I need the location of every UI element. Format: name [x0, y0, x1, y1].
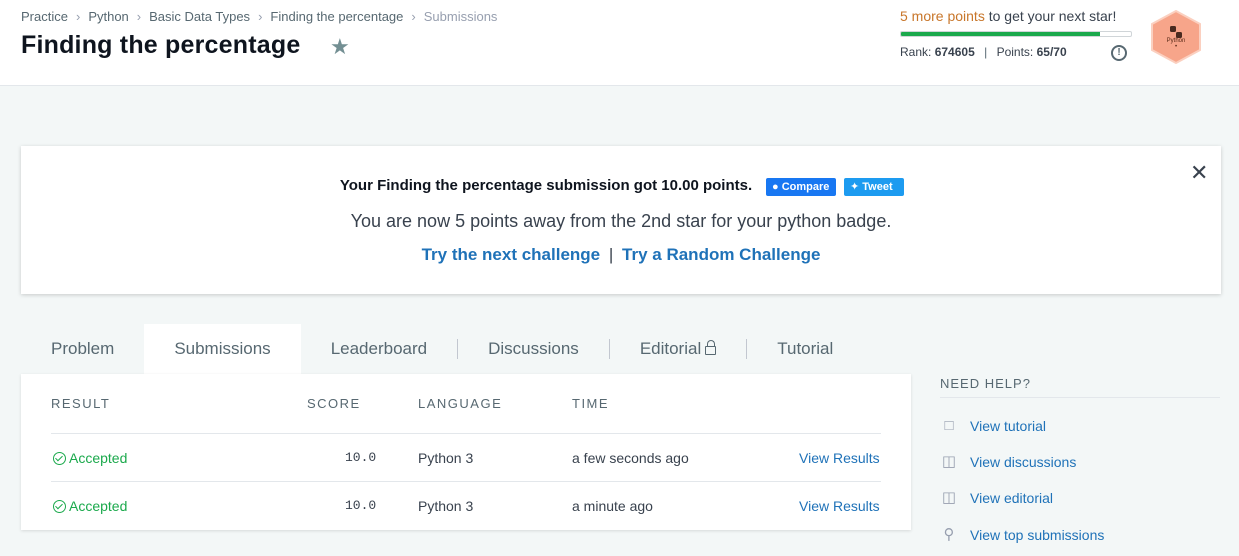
result-accepted: Accepted — [53, 498, 127, 514]
notice-links: Try the next challenge | Try a Random Ch… — [21, 245, 1221, 265]
divider: | — [984, 45, 988, 59]
result-label: Accepted — [69, 450, 128, 466]
view-results-link[interactable]: View Results — [799, 498, 880, 514]
random-challenge-link[interactable]: Try a Random Challenge — [622, 245, 820, 264]
view-editorial-label: View editorial — [970, 490, 1054, 506]
language-cell: Python 3 — [418, 498, 474, 514]
book-icon: □ — [944, 417, 954, 434]
page-header: Practice › Python › Basic Data Types › F… — [0, 0, 1239, 86]
result-label: Accepted — [69, 498, 128, 514]
view-tutorial-label: View tutorial — [970, 418, 1047, 434]
breadcrumb-challenge[interactable]: Finding the percentage — [270, 9, 403, 24]
column-header-language: LANGUAGE — [418, 396, 503, 411]
view-editorial-link[interactable]: ◫ View editorial — [940, 488, 1053, 508]
points-needed: 5 more points — [900, 8, 985, 24]
column-header-score: SCORE — [307, 396, 361, 411]
rank-label: Rank: — [900, 45, 932, 59]
view-discussions-link[interactable]: ◫ View discussions — [940, 452, 1076, 472]
next-star-suffix: to get your next star! — [984, 8, 1117, 24]
chevron-right-icon: › — [258, 9, 263, 24]
check-circle-icon — [53, 451, 66, 465]
info-icon[interactable]: ! — [1111, 45, 1127, 61]
time-cell: a few seconds ago — [572, 450, 689, 466]
score-cell: 10.0 — [345, 498, 377, 513]
breadcrumb-python[interactable]: Python — [88, 9, 128, 24]
open-book-icon: ◫ — [941, 489, 957, 506]
result-accepted: Accepted — [53, 450, 127, 466]
star-progress-fill — [901, 32, 1101, 36]
next-star-text: 5 more points to get your next star! — [900, 8, 1140, 24]
notice-subtext: You are now 5 points away from the 2nd s… — [350, 211, 892, 231]
check-circle-icon — [53, 499, 66, 513]
bookmark-star-icon[interactable]: ★ — [330, 36, 350, 58]
view-discussions-label: View discussions — [970, 454, 1077, 470]
breadcrumb-submissions: Submissions — [423, 9, 498, 24]
chevron-right-icon: › — [411, 9, 416, 24]
submission-success-notice: Your Finding the percentage submission g… — [21, 146, 1221, 294]
breadcrumb-practice[interactable]: Practice — [21, 9, 68, 24]
breadcrumb-basic-data-types[interactable]: Basic Data Types — [149, 9, 250, 24]
chevron-right-icon: › — [75, 9, 81, 24]
link-divider: | — [608, 245, 614, 264]
rank-points-row: Rank: 674605 | Points: 65/70 — [900, 45, 1067, 59]
next-challenge-link[interactable]: Try the next challenge — [422, 245, 601, 264]
page-title: Finding the percentage — [21, 31, 301, 59]
language-cell: Python 3 — [418, 450, 474, 466]
tab-problem[interactable]: Problem — [21, 324, 144, 374]
column-header-time: TIME — [572, 396, 610, 411]
tab-tutorial[interactable]: Tutorial — [747, 324, 863, 374]
lock-icon — [705, 340, 717, 355]
need-help-title: NEED HELP? — [940, 376, 1220, 398]
twitter-icon: ✦ — [850, 181, 863, 193]
need-help-panel: NEED HELP? □ View tutorial ◫ View discussi… — [940, 376, 1220, 543]
trophy-icon: ⚲ — [943, 526, 955, 543]
view-top-submissions-label: View top submissions — [970, 527, 1105, 543]
badge-label: Python • — [1150, 38, 1202, 50]
table-row: Accepted 10.0 Python 3 a minute ago View… — [51, 481, 881, 529]
challenge-tabs: Problem Submissions Leaderboard Discussi… — [21, 324, 863, 374]
tweet-button[interactable]: ✦ Tweet — [844, 178, 904, 196]
tab-submissions[interactable]: Submissions — [144, 324, 301, 374]
breadcrumb: Practice › Python › Basic Data Types › F… — [21, 9, 497, 24]
chevron-right-icon: › — [136, 9, 142, 24]
tab-discussions[interactable]: Discussions — [458, 324, 609, 374]
points-value: 65/70 — [1036, 45, 1067, 59]
star-progress: 5 more points to get your next star! Ran… — [900, 8, 1140, 59]
time-cell: a minute ago — [572, 498, 653, 514]
star-progress-bar — [900, 31, 1132, 37]
chat-icon: ◫ — [941, 453, 957, 470]
tweet-label: Tweet — [862, 181, 893, 193]
submissions-table: RESULT SCORE LANGUAGE TIME Accepted 10.0… — [21, 374, 911, 530]
tab-leaderboard[interactable]: Leaderboard — [301, 324, 457, 374]
facebook-compare-button[interactable]: ● Compare — [766, 178, 836, 196]
view-results-link[interactable]: View Results — [799, 450, 880, 466]
close-icon[interactable]: ✕ — [1190, 160, 1208, 186]
tab-editorial-label: Editorial — [639, 339, 702, 358]
score-cell: 10.0 — [345, 450, 377, 465]
python-badge-icon[interactable] — [1150, 10, 1202, 64]
facebook-icon: ● — [772, 181, 782, 193]
points-label: Points: — [996, 45, 1034, 59]
notice-headline: Your Finding the percentage submission g… — [21, 177, 1221, 194]
compare-label: Compare — [781, 181, 830, 193]
table-row: Accepted 10.0 Python 3 a few seconds ago… — [51, 433, 881, 481]
view-tutorial-link[interactable]: □ View tutorial — [940, 416, 1046, 436]
notice-headline-text: Your Finding the percentage submission g… — [339, 177, 753, 194]
column-header-result: RESULT — [51, 396, 111, 411]
view-top-submissions-link[interactable]: ⚲ View top submissions — [940, 525, 1105, 545]
tab-editorial[interactable]: Editorial — [610, 324, 746, 374]
badge-dot: • — [1174, 44, 1178, 50]
rank-value: 674605 — [934, 45, 975, 59]
